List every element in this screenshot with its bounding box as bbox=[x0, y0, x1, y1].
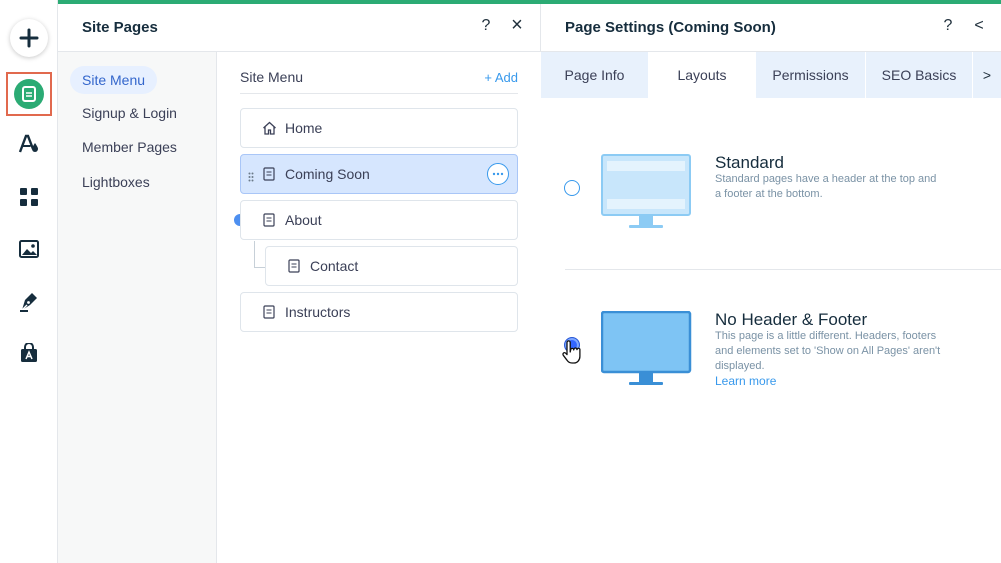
page-icon bbox=[261, 304, 277, 320]
media-button[interactable] bbox=[0, 231, 58, 271]
tab-page-info[interactable]: Page Info bbox=[541, 52, 649, 98]
tabs-next-button[interactable]: > bbox=[973, 52, 1001, 98]
more-actions-button[interactable] bbox=[487, 163, 509, 185]
add-button[interactable] bbox=[0, 18, 58, 58]
nav-lightboxes[interactable]: Lightboxes bbox=[70, 168, 162, 196]
tab-seo-basics[interactable]: SEO Basics bbox=[866, 52, 973, 98]
page-settings-title: Page Settings (Coming Soon) bbox=[565, 19, 776, 36]
page-label: Coming Soon bbox=[285, 166, 370, 182]
add-page-button[interactable]: + Add bbox=[484, 70, 518, 85]
drag-handle-icon[interactable] bbox=[248, 169, 254, 187]
theme-icon bbox=[18, 133, 40, 160]
blog-button[interactable] bbox=[0, 283, 58, 323]
hand-cursor-icon bbox=[562, 340, 581, 364]
layout-divider bbox=[565, 269, 1001, 270]
no-header-footer-title: No Header & Footer bbox=[715, 310, 868, 329]
page-settings-header: Page Settings (Coming Soon) ? < bbox=[541, 4, 1001, 52]
no-header-footer-description: This page is a little different. Headers… bbox=[715, 330, 941, 372]
site-pages-nav: Site Menu Signup & Login Member Pages Li… bbox=[58, 52, 217, 563]
standard-title: Standard bbox=[715, 153, 784, 172]
page-label: About bbox=[285, 212, 322, 228]
monitor-no-header-footer-icon bbox=[601, 311, 692, 385]
page-row-contact[interactable]: Contact bbox=[265, 246, 518, 286]
page-row-about[interactable]: About bbox=[240, 200, 518, 240]
bag-icon bbox=[19, 341, 39, 368]
page-row-instructors[interactable]: Instructors bbox=[240, 292, 518, 332]
standard-description: Standard pages have a header at the top … bbox=[715, 173, 937, 200]
settings-tabs: Page Info Layouts Permissions SEO Basics… bbox=[541, 52, 1001, 98]
nav-site-menu[interactable]: Site Menu bbox=[70, 66, 158, 94]
page-icon bbox=[261, 212, 277, 228]
learn-more-link[interactable]: Learn more bbox=[715, 374, 776, 388]
apps-grid-icon bbox=[20, 187, 38, 211]
help-button[interactable]: ? bbox=[938, 17, 958, 35]
image-icon bbox=[19, 239, 39, 263]
site-pages-title: Site Pages bbox=[82, 19, 158, 36]
site-pages-header: Site Pages ? × bbox=[58, 4, 540, 52]
close-button[interactable]: × bbox=[507, 14, 527, 37]
page-settings-panel: Page Settings (Coming Soon) ? < Page Inf… bbox=[541, 4, 1001, 563]
page-row-coming-soon[interactable]: Coming Soon bbox=[240, 154, 518, 194]
page-icon bbox=[261, 166, 277, 182]
site-menu-title: Site Menu bbox=[240, 69, 304, 85]
site-menu-header: Site Menu + Add bbox=[240, 68, 518, 94]
nav-member-pages[interactable]: Member Pages bbox=[70, 133, 189, 161]
page-row-home[interactable]: Home bbox=[240, 108, 518, 148]
subpage-connector bbox=[254, 241, 255, 268]
theme-button[interactable] bbox=[0, 126, 58, 166]
apps-button[interactable] bbox=[0, 179, 58, 219]
back-button[interactable]: < bbox=[969, 17, 989, 35]
active-highlight-frame bbox=[6, 72, 52, 116]
standard-radio[interactable] bbox=[564, 180, 580, 196]
page-icon bbox=[286, 258, 302, 274]
page-icon bbox=[14, 79, 44, 109]
tab-permissions[interactable]: Permissions bbox=[756, 52, 866, 98]
page-label: Contact bbox=[310, 258, 359, 274]
subpage-connector bbox=[254, 267, 265, 268]
plus-icon bbox=[10, 19, 48, 57]
pen-nib-icon bbox=[19, 290, 39, 317]
page-label: Instructors bbox=[285, 304, 351, 320]
editor-toolbar bbox=[0, 0, 58, 563]
tab-layouts[interactable]: Layouts bbox=[649, 52, 756, 98]
help-button[interactable]: ? bbox=[476, 17, 496, 35]
home-icon bbox=[261, 120, 277, 136]
page-label: Home bbox=[285, 120, 323, 136]
monitor-standard-icon bbox=[601, 154, 691, 228]
store-button[interactable] bbox=[0, 335, 58, 375]
nav-signup-login[interactable]: Signup & Login bbox=[70, 99, 189, 127]
pages-button[interactable] bbox=[0, 72, 58, 116]
